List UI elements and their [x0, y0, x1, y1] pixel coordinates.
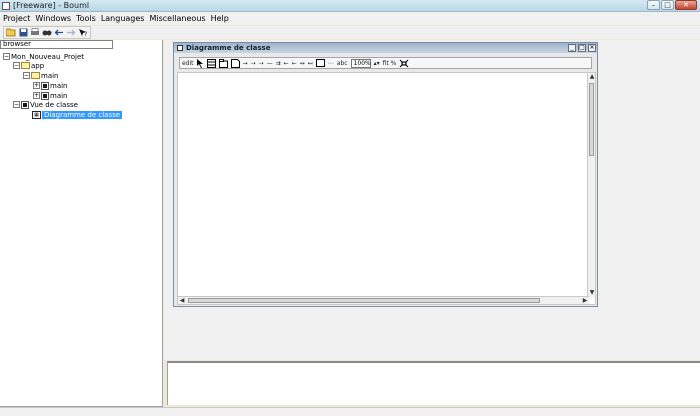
scroll-left-icon[interactable]: ◀ [178, 297, 186, 305]
diagram-maximize-button[interactable]: □ [578, 44, 586, 52]
horizontal-scroll-thumb[interactable] [188, 298, 540, 303]
select-pointer-icon[interactable] [196, 58, 204, 68]
tree-item-app[interactable]: − app [13, 61, 44, 70]
collapse-icon[interactable]: − [23, 72, 30, 79]
folder-icon [21, 62, 30, 69]
open-folder-icon[interactable] [6, 28, 16, 38]
directional-association-icon[interactable]: ⇉ [276, 59, 281, 68]
forward-arrow-icon[interactable] [66, 28, 76, 38]
menu-tools[interactable]: Tools [76, 14, 96, 23]
optimal-window-size-icon[interactable] [399, 59, 409, 68]
tree-item-main-package[interactable]: − main [23, 71, 59, 80]
app-icon [2, 2, 10, 10]
menu-windows[interactable]: Windows [35, 14, 71, 23]
main-toolbar: ? [0, 26, 700, 39]
text-tool-icon[interactable]: abc [337, 59, 348, 68]
tree-item-label: Mon_Nouveau_Projet [11, 52, 84, 61]
folder-icon [31, 72, 40, 79]
vertical-scroll-thumb[interactable] [589, 83, 594, 156]
package-tool-icon[interactable] [218, 58, 228, 68]
association-icon[interactable]: — [267, 59, 273, 68]
composition-by-value-icon[interactable]: ↤ [308, 59, 313, 68]
horizontal-scrollbar[interactable]: ◀ ▶ [178, 296, 589, 304]
maximize-button[interactable]: □ [661, 0, 674, 10]
expand-icon[interactable]: + [33, 82, 40, 89]
generalisation-icon[interactable]: → [243, 59, 248, 68]
diagram-window-icon [177, 45, 183, 51]
comment-panel[interactable] [167, 361, 700, 405]
class-icon [41, 91, 49, 100]
tree-item-label: main [50, 81, 68, 90]
what-is-this-icon[interactable]: ? [78, 28, 88, 38]
tree-item-class-view[interactable]: − Vue de classe [13, 100, 78, 109]
tree-item-class-diagram[interactable]: ▦ Diagramme de classe [32, 110, 123, 119]
svg-text:?: ? [84, 31, 87, 37]
anchor-icon[interactable]: ⋯ [328, 59, 334, 68]
collapse-icon[interactable]: − [3, 53, 10, 60]
collapse-icon[interactable]: − [13, 101, 20, 108]
dependency-icon[interactable]: ⇢ [259, 59, 264, 68]
close-button[interactable]: ✕ [675, 0, 697, 10]
class-view-icon [21, 100, 29, 109]
composition-icon[interactable]: ← [292, 59, 297, 68]
class-icon [41, 81, 49, 90]
diagram-window-title: Diagramme de classe [186, 44, 271, 52]
diagram-window-titlebar: Diagramme de classe _ □ ✕ [174, 43, 597, 53]
menu-project[interactable]: Project [3, 14, 30, 23]
tree-item-label-selected: Diagramme de classe [42, 110, 123, 119]
minimize-button[interactable]: – [647, 0, 660, 10]
back-arrow-icon[interactable] [54, 28, 64, 38]
aggregation-icon[interactable]: ← [284, 59, 289, 68]
menu-miscellaneous[interactable]: Miscellaneous [149, 14, 205, 23]
print-icon[interactable] [30, 28, 40, 38]
menu-bar: Project Windows Tools Languages Miscella… [0, 12, 700, 25]
tree-item-label: main [41, 71, 59, 80]
scroll-up-icon[interactable]: ▲ [588, 73, 596, 81]
diagram-window: Diagramme de classe _ □ ✕ edit → ⇢ ⇢ — ⇉… [173, 42, 598, 307]
tree-item-main-class-2[interactable]: + main [33, 91, 68, 100]
tree-item-label: app [31, 61, 45, 70]
text-box-icon[interactable] [315, 58, 325, 68]
window-titlebar: [Freeware] - Bouml – □ ✕ [0, 0, 700, 12]
diagram-minimize-button[interactable]: _ [568, 44, 576, 52]
browser-panel: browser − Mon_Nouveau_Projet − app − mai… [0, 40, 163, 407]
menu-help[interactable]: Help [211, 14, 229, 23]
search-binoculars-icon[interactable] [42, 28, 52, 38]
tree-item-project[interactable]: − Mon_Nouveau_Projet [3, 52, 84, 61]
class-tool-icon[interactable] [206, 58, 216, 68]
note-tool-icon[interactable] [230, 58, 240, 68]
zoom-stepper-icon[interactable]: ▴▾ [374, 59, 380, 68]
diagram-canvas[interactable]: ▲ ▼ ◀ ▶ [177, 72, 596, 305]
window-controls: – □ ✕ [647, 0, 697, 11]
diagram-icon: ▦ [32, 110, 41, 119]
status-bar [0, 407, 700, 416]
window-title: [Freeware] - Bouml [13, 1, 90, 10]
fit-zoom-button[interactable]: fit % [383, 59, 397, 68]
collapse-icon[interactable]: − [13, 62, 20, 69]
scroll-right-icon[interactable]: ▶ [581, 297, 589, 305]
menu-languages[interactable]: Languages [101, 14, 145, 23]
scroll-down-icon[interactable]: ▼ [588, 289, 596, 297]
diagram-toolbar: edit → ⇢ ⇢ — ⇉ ← ← ↔ ↤ ⋯ abc 100% ▴▾ fit… [179, 57, 592, 69]
tree-item-label: Vue de classe [30, 100, 78, 109]
save-icon[interactable] [18, 28, 28, 38]
expand-icon[interactable]: + [33, 92, 40, 99]
edit-button[interactable]: edit [182, 59, 194, 68]
realisation-icon[interactable]: ⇢ [251, 59, 256, 68]
toolbar-group: ? [3, 26, 91, 39]
zoom-input[interactable]: 100% [350, 58, 371, 68]
vertical-scrollbar[interactable]: ▲ ▼ [587, 73, 595, 297]
diagram-close-button[interactable]: ✕ [588, 44, 596, 52]
tree-item-main-class-1[interactable]: + main [33, 81, 68, 90]
browser-header: browser [0, 40, 113, 49]
bidirectional-association-icon[interactable]: ↔ [300, 59, 305, 68]
tree-item-label: main [50, 91, 68, 100]
